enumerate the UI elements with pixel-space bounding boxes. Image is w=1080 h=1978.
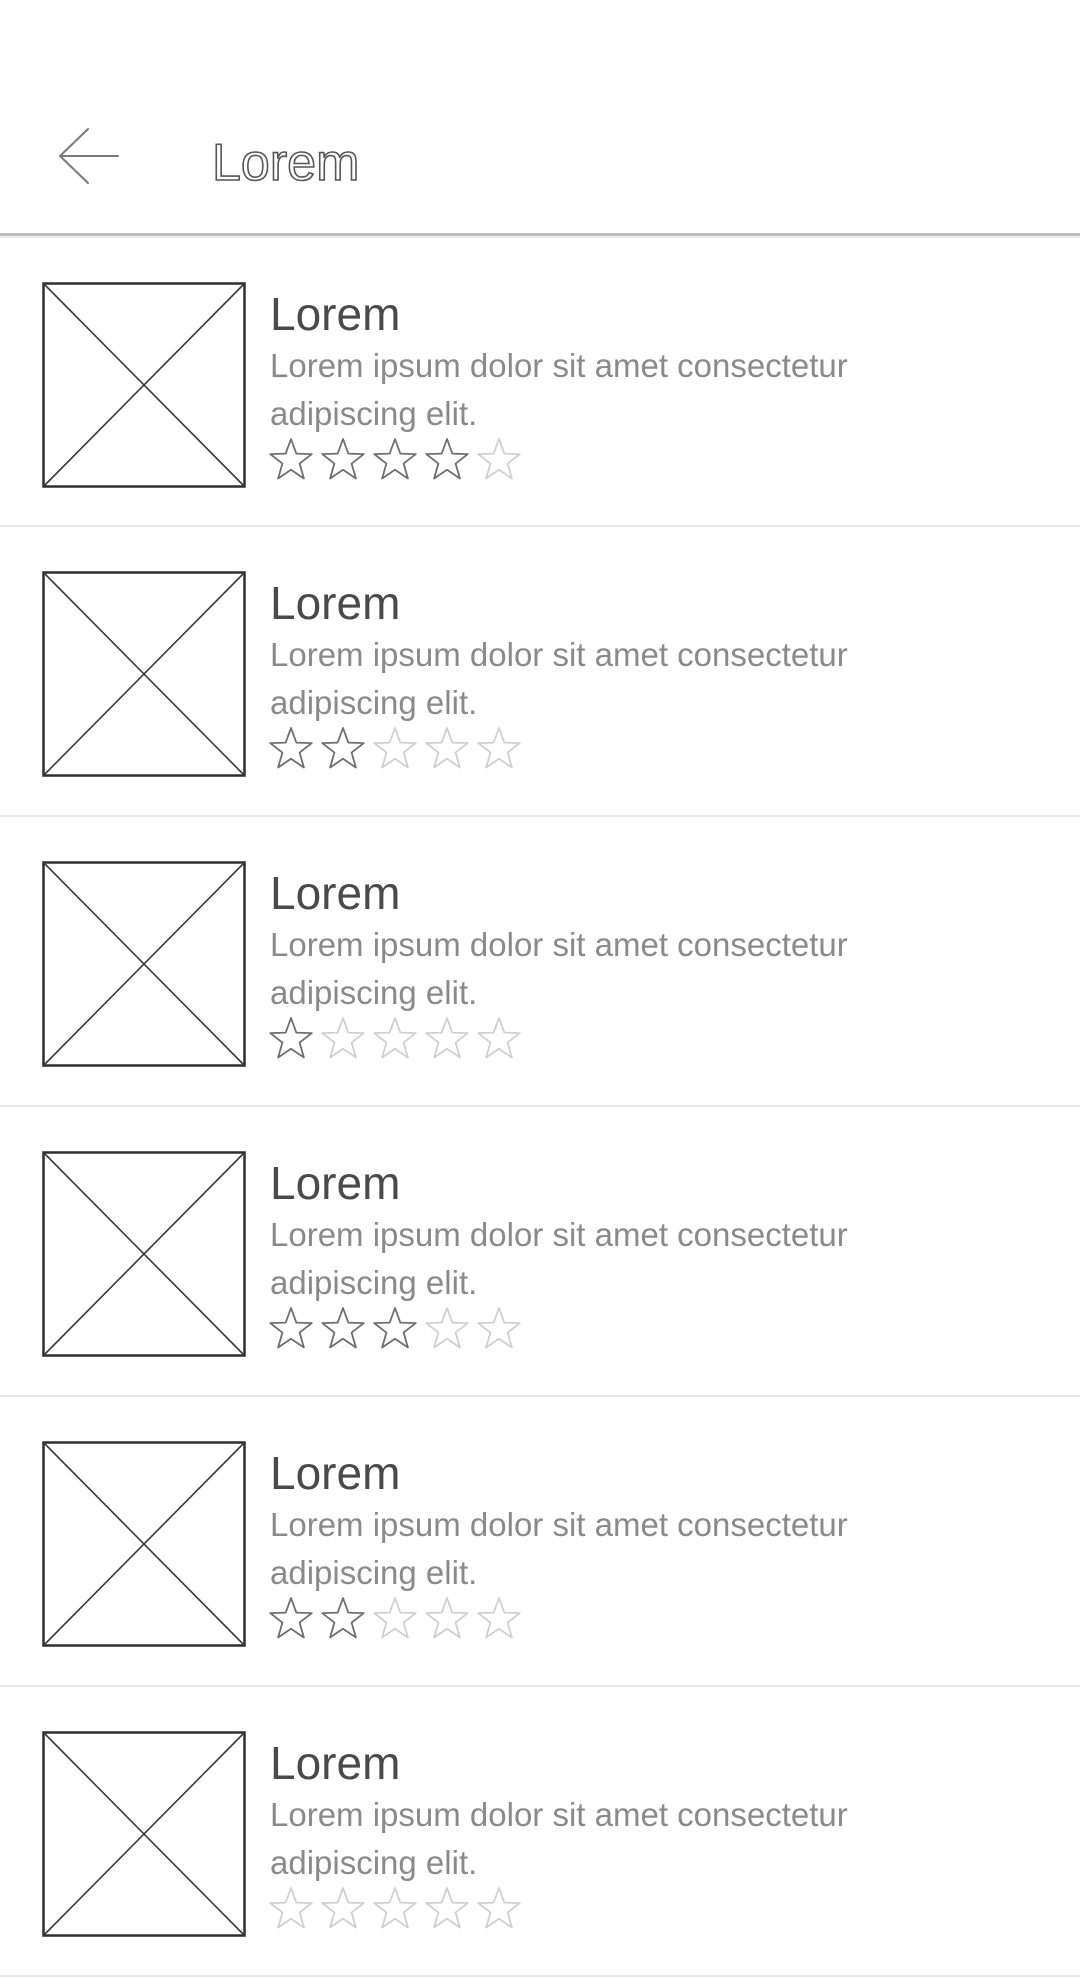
item-description: Lorem ipsum dolor sit amet consectetur a… (270, 636, 848, 721)
item-description: Lorem ipsum dolor sit amet consectetur a… (270, 1506, 848, 1591)
list-item[interactable]: Lorem Lorem ipsum dolor sit amet consecte… (0, 1107, 1080, 1397)
star-empty-icon[interactable] (476, 725, 522, 771)
star-filled-icon[interactable] (320, 1305, 366, 1351)
star-empty-icon[interactable] (320, 1015, 366, 1061)
star-filled-icon[interactable] (424, 436, 470, 482)
star-rating[interactable] (268, 1885, 522, 1933)
star-empty-icon[interactable] (372, 1885, 418, 1931)
star-filled-icon[interactable] (320, 1595, 366, 1641)
star-filled-icon[interactable] (372, 1305, 418, 1351)
star-filled-icon[interactable] (268, 1305, 314, 1351)
item-description: Lorem ipsum dolor sit amet consectetur a… (270, 926, 848, 1011)
star-filled-icon[interactable] (320, 436, 366, 482)
star-empty-icon[interactable] (424, 725, 470, 771)
list-item[interactable]: Lorem Lorem ipsum dolor sit amet consecte… (0, 817, 1080, 1107)
star-rating[interactable] (268, 725, 522, 773)
list-item[interactable]: Lorem Lorem ipsum dolor sit amet consecte… (0, 1687, 1080, 1977)
star-rating[interactable] (268, 1015, 522, 1063)
item-title: Lorem (270, 867, 401, 919)
star-filled-icon[interactable] (372, 436, 418, 482)
star-empty-icon[interactable] (372, 725, 418, 771)
arrow-left-icon (56, 125, 122, 187)
star-empty-icon[interactable] (268, 1885, 314, 1931)
item-title: Lorem (270, 1447, 401, 1499)
item-title: Lorem (270, 577, 401, 629)
star-filled-icon[interactable] (268, 1595, 314, 1641)
item-title: Lorem (270, 1157, 401, 1209)
star-rating[interactable] (268, 436, 522, 484)
star-empty-icon[interactable] (372, 1015, 418, 1061)
list-item[interactable]: Lorem Lorem ipsum dolor sit amet consecte… (0, 527, 1080, 817)
star-filled-icon[interactable] (268, 1015, 314, 1061)
star-empty-icon[interactable] (476, 1885, 522, 1931)
item-title: Lorem (270, 1737, 401, 1789)
page-title: Lorem (211, 133, 360, 193)
list-item[interactable]: Lorem Lorem ipsum dolor sit amet consecte… (0, 1397, 1080, 1687)
star-empty-icon[interactable] (424, 1595, 470, 1641)
image-placeholder-icon (42, 1731, 246, 1937)
back-button[interactable] (48, 118, 128, 194)
star-rating[interactable] (268, 1595, 522, 1643)
star-filled-icon[interactable] (268, 436, 314, 482)
star-filled-icon[interactable] (320, 725, 366, 771)
image-placeholder-icon (42, 282, 246, 488)
image-placeholder-icon (42, 1151, 246, 1357)
star-empty-icon[interactable] (320, 1885, 366, 1931)
star-empty-icon[interactable] (476, 1595, 522, 1641)
item-description: Lorem ipsum dolor sit amet consectetur a… (270, 1216, 848, 1301)
image-placeholder-icon (42, 571, 246, 777)
list-item[interactable]: Lorem Lorem ipsum dolor sit amet consecte… (0, 236, 1080, 527)
star-empty-icon[interactable] (476, 1305, 522, 1351)
image-placeholder-icon (42, 1441, 246, 1647)
item-title: Lorem (270, 288, 401, 340)
star-empty-icon[interactable] (424, 1305, 470, 1351)
star-empty-icon[interactable] (424, 1885, 470, 1931)
star-empty-icon[interactable] (476, 1015, 522, 1061)
item-description: Lorem ipsum dolor sit amet consectetur a… (270, 1796, 848, 1881)
star-empty-icon[interactable] (476, 436, 522, 482)
star-rating[interactable] (268, 1305, 522, 1353)
item-description: Lorem ipsum dolor sit amet consectetur a… (270, 347, 848, 432)
image-placeholder-icon (42, 861, 246, 1067)
star-empty-icon[interactable] (424, 1015, 470, 1061)
app-bar: Lorem (0, 0, 1080, 236)
star-empty-icon[interactable] (372, 1595, 418, 1641)
item-list: Lorem Lorem ipsum dolor sit amet consecte… (0, 236, 1080, 1977)
star-filled-icon[interactable] (268, 725, 314, 771)
